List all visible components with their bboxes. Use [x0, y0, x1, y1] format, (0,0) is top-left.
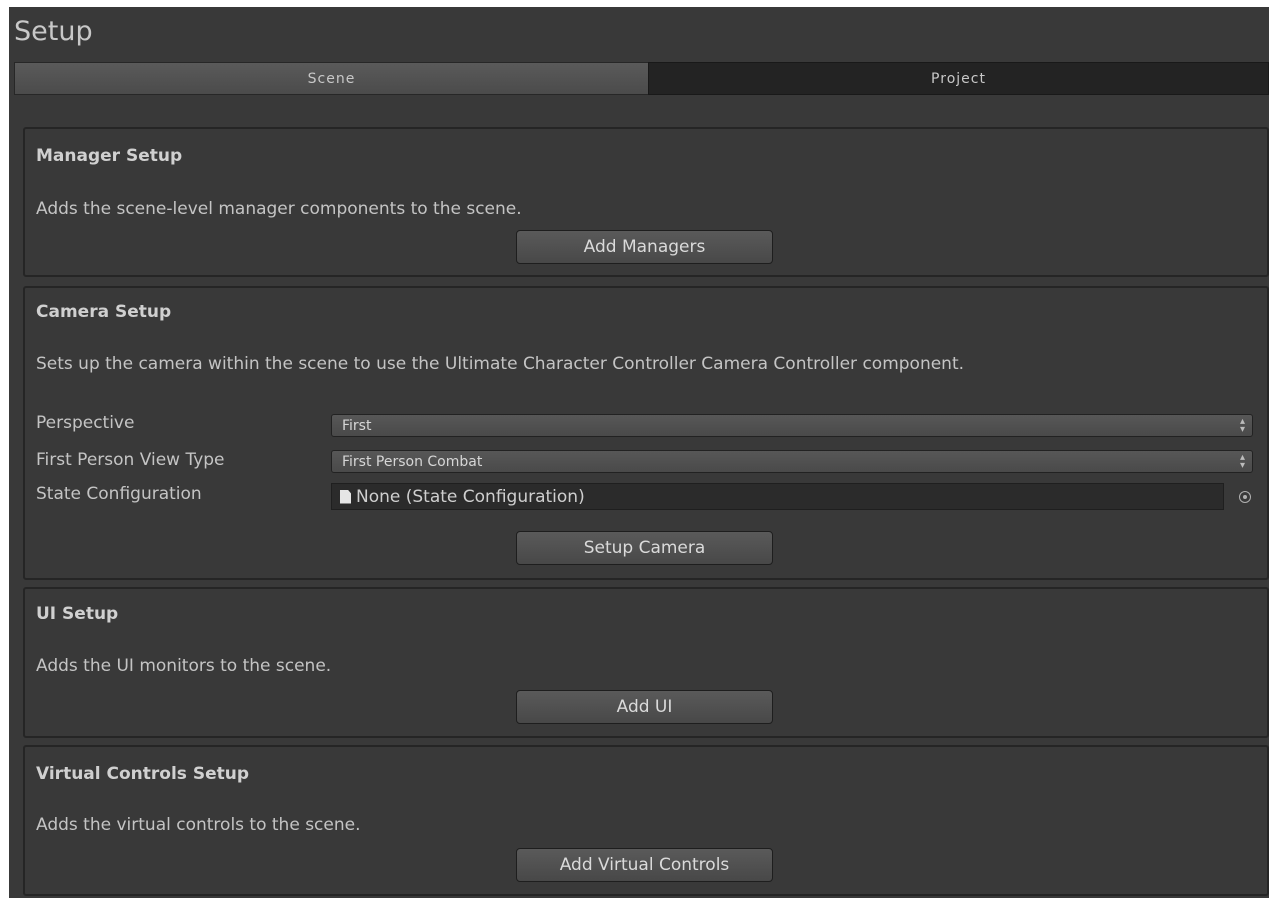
perspective-value: First [342, 417, 372, 434]
section-title: Manager Setup [36, 146, 183, 166]
document-icon [340, 489, 351, 504]
section-title: Camera Setup [36, 302, 172, 322]
add-managers-button[interactable]: Add Managers [516, 230, 773, 264]
section-title: Virtual Controls Setup [36, 764, 249, 784]
view-type-label: First Person View Type [36, 450, 225, 470]
view-type-value: First Person Combat [342, 453, 483, 470]
ui-setup-section: UI Setup Adds the UI monitors to the sce… [23, 587, 1269, 738]
section-description: Sets up the camera within the scene to u… [36, 354, 965, 374]
manager-setup-section: Manager Setup Adds the scene-level manag… [23, 127, 1269, 277]
add-ui-button[interactable]: Add UI [516, 690, 773, 724]
window-title: Setup [14, 16, 93, 47]
setup-camera-button[interactable]: Setup Camera [516, 531, 773, 565]
view-type-dropdown[interactable]: First Person Combat ▴ ▾ [331, 450, 1253, 473]
virtual-controls-setup-section: Virtual Controls Setup Adds the virtual … [23, 745, 1269, 896]
object-picker-icon[interactable] [1239, 491, 1251, 503]
perspective-label: Perspective [36, 413, 135, 433]
state-configuration-value: None (State Configuration) [356, 486, 585, 507]
camera-setup-section: Camera Setup Sets up the camera within t… [23, 286, 1269, 580]
section-description: Adds the UI monitors to the scene. [36, 656, 332, 676]
state-configuration-field[interactable]: None (State Configuration) [331, 483, 1224, 510]
tab-bar: Scene Project [14, 62, 1269, 97]
setup-window: Setup Scene Project Manager Setup Adds t… [9, 7, 1269, 898]
section-title: UI Setup [36, 604, 119, 624]
section-description: Adds the virtual controls to the scene. [36, 815, 361, 835]
section-description: Adds the scene-level manager components … [36, 199, 522, 219]
tab-scene[interactable]: Scene [14, 62, 648, 95]
tab-project[interactable]: Project [648, 62, 1269, 95]
dropdown-arrows-icon: ▴ ▾ [1239, 416, 1245, 435]
perspective-dropdown[interactable]: First ▴ ▾ [331, 414, 1253, 437]
dropdown-arrows-icon: ▴ ▾ [1239, 452, 1245, 471]
state-configuration-label: State Configuration [36, 484, 202, 504]
add-virtual-controls-button[interactable]: Add Virtual Controls [516, 848, 773, 882]
